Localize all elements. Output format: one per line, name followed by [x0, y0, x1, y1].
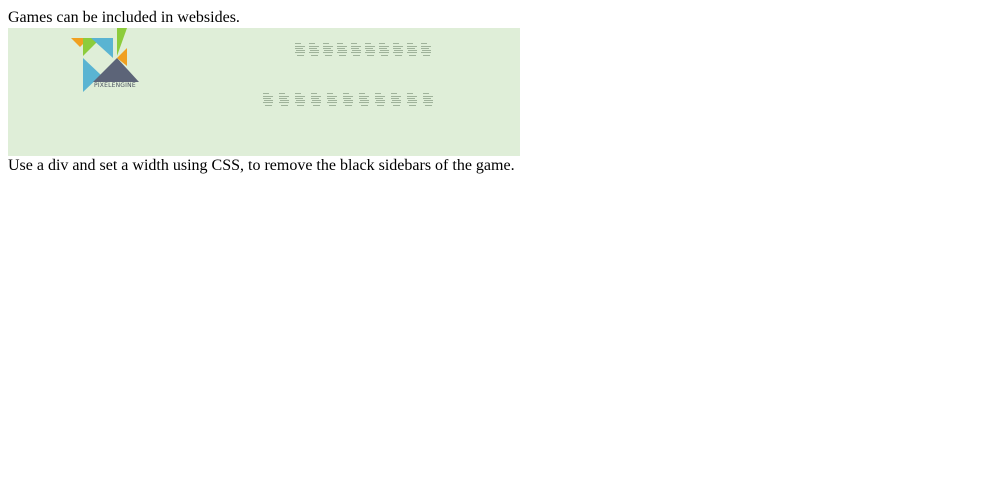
sprite-tile: [263, 92, 273, 108]
sprite-tile: [295, 92, 305, 108]
game-canvas[interactable]: PIXELENGINE: [8, 28, 520, 156]
sprite-tile: [359, 92, 369, 108]
sprite-tile: [365, 42, 375, 58]
sprite-tile: [311, 92, 321, 108]
sprite-tile: [327, 92, 337, 108]
sprite-tile: [323, 42, 333, 58]
sprite-tile: [407, 42, 417, 58]
sprite-tile: [351, 42, 361, 58]
sprite-tile: [309, 42, 319, 58]
sprite-tile: [337, 42, 347, 58]
tile-row-top: [295, 42, 431, 58]
sprite-tile: [375, 92, 385, 108]
sprite-tile: [407, 92, 417, 108]
pixelengine-logo-icon: PIXELENGINE: [71, 28, 139, 94]
sprite-tile: [295, 42, 305, 58]
sprite-tile: [279, 92, 289, 108]
sprite-tile: [391, 92, 401, 108]
tile-row-bottom: [263, 92, 433, 108]
logo-label: PIXELENGINE: [94, 82, 136, 89]
outro-text: Use a div and set a width using CSS, to …: [8, 157, 515, 174]
sprite-tile: [379, 42, 389, 58]
sprite-tile: [393, 42, 403, 58]
game-container[interactable]: PIXELENGINE: [8, 28, 520, 156]
sprite-tile: [343, 92, 353, 108]
intro-text: Games can be included in websides.: [8, 9, 240, 26]
sprite-tile: [421, 42, 431, 58]
sprite-tile: [423, 92, 433, 108]
